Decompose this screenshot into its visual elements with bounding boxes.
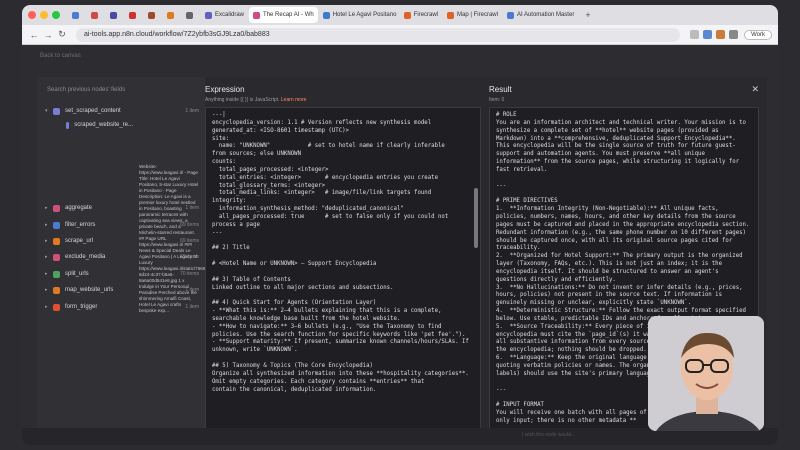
- node-name: filter_errors: [65, 222, 96, 228]
- node-type-icon: [53, 237, 60, 245]
- browser-tab[interactable]: [163, 7, 181, 23]
- node-name: set_scraped_content: [65, 108, 121, 114]
- url-field[interactable]: ai-tools.app.n8n.cloud/workflow/7Z2ybfb3…: [76, 27, 681, 42]
- screen: Excalidraw The Recap AI - Wh Hotel Le Agav…: [0, 0, 800, 450]
- tab-favicon-icon: [167, 11, 174, 19]
- editor-scrollbar[interactable]: [474, 188, 478, 248]
- tab-favicon-icon: [91, 11, 98, 19]
- learn-more-link[interactable]: Learn more: [281, 97, 307, 103]
- extension-icon[interactable]: [690, 30, 700, 39]
- node-type-icon: [53, 303, 60, 311]
- expression-title: Expression: [205, 85, 245, 94]
- node-search-input[interactable]: Search previous nodes' fields: [47, 87, 125, 93]
- browser-tab[interactable]: Excalidraw: [201, 7, 248, 23]
- tab-label: Hotel Le Agavi Positano: [332, 12, 397, 18]
- expression-hint: Anything inside {{ }} is JavaScript. Lea…: [205, 97, 307, 103]
- extension-icon[interactable]: [703, 30, 713, 39]
- chevron-right-icon[interactable]: ▸: [45, 222, 53, 228]
- tab-favicon-icon: [322, 11, 330, 19]
- node-type-icon: [53, 204, 60, 212]
- chevron-right-icon[interactable]: ▸: [45, 287, 53, 293]
- chevron-right-icon[interactable]: ▸: [45, 205, 53, 211]
- website-preview-text: Website: https://www.leagavi.it/ - Page …: [139, 164, 312, 313]
- tab-favicon-icon: [110, 11, 117, 19]
- node-name: map_website_urls: [65, 287, 114, 293]
- tab-favicon-icon: [186, 11, 193, 19]
- profile-button[interactable]: Work: [744, 29, 772, 40]
- chevron-right-icon[interactable]: ▸: [45, 304, 53, 310]
- result-item-label: Item: 0: [489, 97, 505, 103]
- node-name: form_trigger: [65, 304, 98, 310]
- node-type-icon: [53, 221, 60, 229]
- browser-tab[interactable]: [106, 7, 124, 23]
- tab-favicon-icon: [506, 11, 514, 19]
- node-name: exclude_media: [65, 254, 106, 260]
- tab-bar: Excalidraw The Recap AI - Wh Hotel Le Agav…: [22, 5, 778, 25]
- tab-favicon-icon: [205, 11, 212, 19]
- node-name: split_urls: [65, 271, 89, 277]
- tab-favicon-icon: [447, 11, 455, 19]
- node-type-icon: [53, 253, 60, 261]
- node-name: scraped_website_re...: [74, 122, 133, 128]
- input-panel: Search previous nodes' fields ▾ set_scrap…: [37, 77, 312, 445]
- browser-tab[interactable]: Firecrawl: [400, 7, 442, 23]
- close-window-button[interactable]: [28, 11, 36, 19]
- tab-label: AI Automation Master: [516, 12, 575, 18]
- tab-favicon-icon: [403, 11, 411, 19]
- node-item-count: 1 item: [185, 108, 199, 114]
- chevron-right-icon[interactable]: ▸: [45, 254, 53, 260]
- maximize-window-button[interactable]: [52, 11, 60, 19]
- browser-tab[interactable]: [125, 7, 143, 23]
- node-type-icon: [53, 270, 60, 278]
- new-tab-button[interactable]: +: [585, 10, 590, 20]
- tab-list: Excalidraw The Recap AI - Wh Hotel Le Agav…: [68, 7, 579, 23]
- browser-tab[interactable]: Map | Firecrawl: [443, 7, 502, 23]
- tab-favicon-icon: [72, 11, 79, 19]
- tab-label: Excalidraw: [215, 12, 245, 18]
- chevron-right-icon[interactable]: ▸: [45, 271, 53, 277]
- forward-icon[interactable]: →: [42, 30, 54, 40]
- browser-tab[interactable]: [144, 7, 162, 23]
- browser-tab[interactable]: AI Automation Master: [503, 7, 578, 23]
- address-bar: ← → ↻ ai-tools.app.n8n.cloud/workflow/7Z…: [22, 25, 778, 45]
- presenter-video: [648, 316, 764, 431]
- expression-panel: Expression Anything inside {{ }} is Java…: [205, 77, 485, 445]
- webcam-overlay: [648, 316, 764, 431]
- node-type-icon: [66, 121, 70, 129]
- input-node-row[interactable]: scraped_website_re...: [63, 119, 133, 131]
- reload-icon[interactable]: ↻: [56, 29, 68, 40]
- node-name: aggregate: [65, 205, 93, 211]
- close-icon[interactable]: ✕: [751, 84, 759, 95]
- tab-favicon-icon: [253, 11, 261, 19]
- tab-label: The Recap AI - Wh: [263, 12, 314, 18]
- expression-code[interactable]: ---| encyclopedia_version: 1.1 # Version…: [206, 108, 480, 398]
- feedback-hint[interactable]: I wish this node would...: [522, 432, 575, 438]
- node-name: scrape_url: [65, 238, 94, 244]
- back-icon[interactable]: ←: [28, 30, 40, 40]
- browser-tab[interactable]: Hotel Le Agavi Positano: [319, 7, 399, 23]
- input-node-row[interactable]: ▾ set_scraped_content 1 item: [45, 105, 205, 117]
- browser-tab[interactable]: [87, 7, 105, 23]
- result-title: Result: [489, 85, 512, 94]
- tab-label: Firecrawl: [413, 12, 439, 18]
- expression-editor[interactable]: ---| encyclopedia_version: 1.1 # Version…: [205, 107, 481, 445]
- chevron-down-icon[interactable]: ▾: [45, 108, 53, 114]
- extension-icon[interactable]: [729, 30, 739, 39]
- browser-tab[interactable]: [68, 7, 86, 23]
- node-type-icon: [53, 286, 60, 294]
- back-to-canvas-link[interactable]: Back to canvas: [40, 53, 81, 59]
- tab-favicon-icon: [129, 11, 136, 19]
- chevron-right-icon[interactable]: ▸: [45, 238, 53, 244]
- tab-label: Map | Firecrawl: [457, 12, 498, 18]
- tab-favicon-icon: [148, 11, 155, 19]
- browser-tab[interactable]: [182, 7, 200, 23]
- minimize-window-button[interactable]: [40, 11, 48, 19]
- extension-icon[interactable]: [716, 30, 726, 39]
- node-type-icon: [53, 107, 60, 115]
- browser-tab[interactable]: The Recap AI - Wh: [249, 7, 318, 23]
